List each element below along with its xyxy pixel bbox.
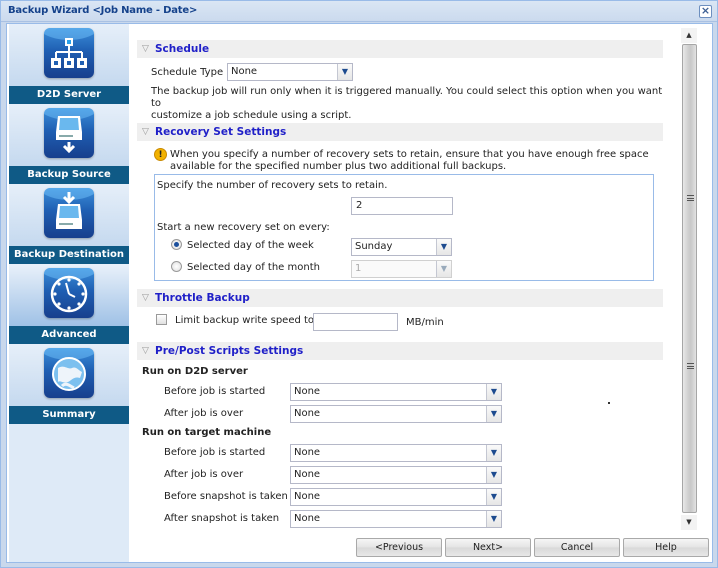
target-before-snapshot-label: Before snapshot is taken (164, 491, 288, 502)
collapse-triangle-icon: ▽ (142, 127, 149, 137)
select-value: Sunday (355, 241, 393, 252)
day-of-week-radio[interactable] (171, 239, 182, 250)
target-after-snapshot-select[interactable]: None ▼ (290, 510, 502, 528)
collapse-triangle-icon: ▽ (142, 44, 149, 54)
d2d-after-job-select[interactable]: None ▼ (290, 405, 502, 423)
scroll-down-icon[interactable]: ▼ (681, 515, 697, 530)
clock-icon (44, 268, 94, 318)
chevron-down-icon: ▼ (486, 511, 501, 527)
drive-arrow-in-icon (44, 188, 94, 238)
d2d-before-job-label: Before job is started (164, 386, 266, 397)
wizard-body: D2D Server Backup Source Backup Destinat… (6, 23, 713, 563)
schedule-description: The backup job will run only when it is … (151, 86, 663, 121)
section-title: Throttle Backup (155, 292, 250, 304)
sidebar-item-d2d-server[interactable]: D2D Server (9, 24, 129, 104)
select-value: None (294, 386, 321, 397)
help-button[interactable]: Help (623, 538, 709, 557)
recovery-warning-text: When you specify a number of recovery se… (170, 149, 649, 172)
target-before-job-label: Before job is started (164, 447, 266, 458)
sidebar-item-backup-destination[interactable]: Backup Destination (9, 184, 129, 264)
warning-icon: ! (154, 148, 167, 161)
network-hierarchy-icon (44, 28, 94, 78)
chevron-down-icon: ▼ (486, 445, 501, 461)
scrollbar-thumb[interactable] (682, 44, 697, 513)
select-value: 1 (355, 263, 362, 274)
recovery-set-fieldset: Specify the number of recovery sets to r… (154, 174, 654, 281)
next-button[interactable]: Next> (445, 538, 531, 557)
scripts-section-header[interactable]: ▽ Pre/Post Scripts Settings (137, 342, 663, 360)
drive-arrow-down-icon (44, 108, 94, 158)
run-on-target-heading: Run on target machine (142, 427, 272, 438)
sidebar-item-label: D2D Server (9, 86, 129, 104)
cancel-button[interactable]: Cancel (534, 538, 620, 557)
select-value: None (294, 408, 321, 419)
day-of-month-label: Selected day of the month (187, 262, 320, 273)
write-speed-unit: MB/min (406, 317, 444, 328)
sidebar-item-label: Backup Destination (9, 246, 129, 264)
start-new-set-label: Start a new recovery set on every: (157, 222, 330, 233)
chevron-down-icon: ▼ (486, 467, 501, 483)
select-value: None (294, 491, 321, 502)
sidebar-item-advanced[interactable]: Advanced (9, 264, 129, 344)
target-before-snapshot-select[interactable]: None ▼ (290, 488, 502, 506)
write-speed-input[interactable] (313, 313, 398, 331)
sidebar-item-label: Summary (9, 406, 129, 424)
day-of-month-radio[interactable] (171, 261, 182, 272)
retain-count-label: Specify the number of recovery sets to r… (157, 180, 388, 191)
recovery-set-section-header[interactable]: ▽ Recovery Set Settings (137, 123, 663, 141)
throttle-section-header[interactable]: ▽ Throttle Backup (137, 289, 663, 307)
target-before-job-select[interactable]: None ▼ (290, 444, 502, 462)
day-of-week-select[interactable]: Sunday ▼ (351, 238, 452, 256)
target-after-job-select[interactable]: None ▼ (290, 466, 502, 484)
d2d-before-job-select[interactable]: None ▼ (290, 383, 502, 401)
grip-icon (687, 195, 694, 201)
wizard-steps-sidebar: D2D Server Backup Source Backup Destinat… (9, 24, 129, 562)
retain-count-input[interactable]: 2 (351, 197, 453, 215)
chevron-down-icon: ▼ (436, 261, 451, 277)
chevron-down-icon: ▼ (486, 406, 501, 422)
backup-wizard-window: Backup Wizard <Job Name - Date> × D2D Se… (0, 0, 718, 568)
content-scrollbar[interactable]: ▲ ▼ (681, 28, 697, 530)
section-title: Pre/Post Scripts Settings (155, 345, 304, 357)
select-value: None (231, 66, 258, 77)
chevron-down-icon: ▼ (486, 384, 501, 400)
chevron-down-icon: ▼ (486, 489, 501, 505)
chevron-down-icon: ▼ (337, 64, 352, 80)
select-value: None (294, 513, 321, 524)
select-value: None (294, 469, 321, 480)
close-icon[interactable]: × (699, 5, 712, 18)
day-of-month-select[interactable]: 1 ▼ (351, 260, 452, 278)
target-after-snapshot-label: After snapshot is taken (164, 513, 280, 524)
section-title: Recovery Set Settings (155, 126, 287, 138)
schedule-section-header[interactable]: ▽ Schedule (137, 40, 663, 58)
schedule-type-label: Schedule Type (151, 67, 224, 78)
schedule-type-select[interactable]: None ▼ (227, 63, 353, 81)
scroll-up-icon[interactable]: ▲ (681, 28, 697, 43)
title-bar: Backup Wizard <Job Name - Date> × (1, 1, 717, 22)
sidebar-item-label: Advanced (9, 326, 129, 344)
sidebar-item-backup-source[interactable]: Backup Source (9, 104, 129, 184)
section-title: Schedule (155, 43, 210, 55)
limit-write-speed-checkbox[interactable] (156, 314, 167, 325)
stray-pixel (608, 402, 610, 404)
limit-write-speed-label: Limit backup write speed to (175, 315, 315, 326)
run-on-d2d-heading: Run on D2D server (142, 366, 248, 377)
grip-icon (687, 363, 694, 369)
globe-icon (44, 348, 94, 398)
sidebar-item-label: Backup Source (9, 166, 129, 184)
window-title: Backup Wizard <Job Name - Date> (8, 5, 198, 16)
collapse-triangle-icon: ▽ (142, 293, 149, 303)
select-value: None (294, 447, 321, 458)
previous-button[interactable]: <Previous (356, 538, 442, 557)
collapse-triangle-icon: ▽ (142, 346, 149, 356)
target-after-job-label: After job is over (164, 469, 244, 480)
chevron-down-icon: ▼ (436, 239, 451, 255)
day-of-week-label: Selected day of the week (187, 240, 314, 251)
sidebar-item-summary[interactable]: Summary (9, 344, 129, 424)
advanced-settings-panel: ▽ Schedule Schedule Type None ▼ The back… (135, 24, 685, 532)
d2d-after-job-label: After job is over (164, 408, 244, 419)
